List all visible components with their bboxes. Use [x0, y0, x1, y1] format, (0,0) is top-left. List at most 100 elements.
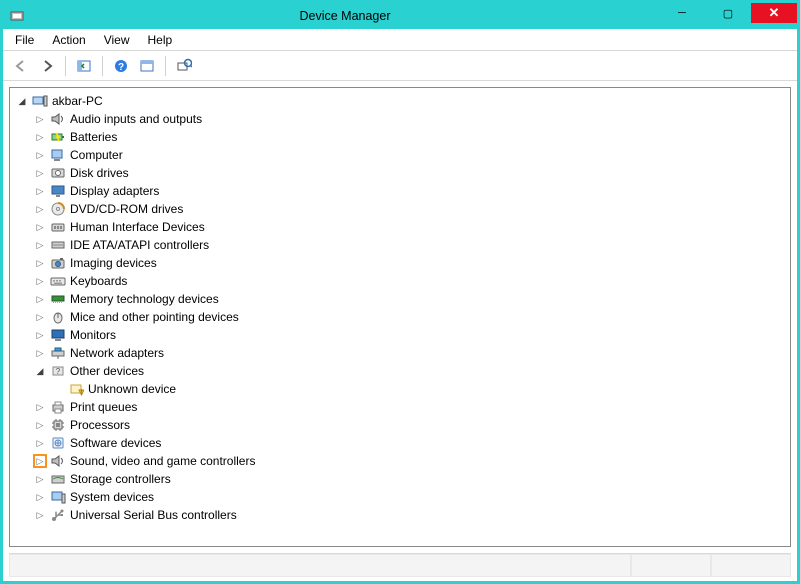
tree-node[interactable]: ▷Memory technology devices [34, 290, 788, 308]
device-manager-window: Device Manager ─ ▢ ✕ File Action View He… [0, 0, 800, 584]
app-icon [3, 3, 31, 29]
tree-node[interactable]: ▷Audio inputs and outputs [34, 110, 788, 128]
tree-node[interactable]: ▷ System devices [34, 488, 788, 506]
expand-icon[interactable]: ▷ [34, 239, 46, 251]
back-button[interactable] [9, 54, 33, 78]
expand-icon[interactable]: ▷ [34, 203, 46, 215]
storage-icon [50, 471, 66, 487]
expand-icon[interactable]: ▷ [34, 419, 46, 431]
expand-icon[interactable]: ▷ [34, 491, 46, 503]
tree-node[interactable]: ▷ Print queues [34, 398, 788, 416]
mouse-icon [50, 309, 66, 325]
tree-node-label: Storage controllers [70, 472, 171, 486]
usb-icon [50, 507, 66, 523]
monitor-icon [50, 327, 66, 343]
tree-node[interactable]: ▷ IDE ATA/ATAPI controllers [34, 236, 788, 254]
collapse-icon[interactable]: ◢ [16, 95, 28, 107]
tree-node-label: Network adapters [70, 346, 164, 360]
tree-node[interactable]: ▷ Monitors [34, 326, 788, 344]
tree-node-label: Batteries [70, 130, 117, 144]
tree-node-label: System devices [70, 490, 154, 504]
system-icon [50, 489, 66, 505]
tree-node[interactable]: ▷Mice and other pointing devices [34, 308, 788, 326]
tree-node[interactable]: ◢ Other devices [34, 362, 788, 380]
speaker-icon [50, 111, 66, 127]
expand-icon[interactable]: ▷ [34, 473, 46, 485]
device-tree[interactable]: ◢akbar-PC▷Audio inputs and outputs▷Batte… [9, 87, 791, 547]
tree-node[interactable]: ▷ Storage controllers [34, 470, 788, 488]
tree-node[interactable]: ▷ Batteries [34, 128, 788, 146]
scan-hardware-button[interactable] [172, 54, 196, 78]
tree-node[interactable]: ▷ Software devices [34, 434, 788, 452]
menu-file[interactable]: File [7, 31, 42, 49]
menu-view[interactable]: View [96, 31, 138, 49]
battery-icon [50, 129, 66, 145]
expand-icon[interactable]: ▷ [34, 401, 46, 413]
svg-text:?: ? [118, 62, 124, 73]
tree-node[interactable]: ▷ Disk drives [34, 164, 788, 182]
show-hide-console-button[interactable] [72, 54, 96, 78]
expand-icon[interactable]: ▷ [34, 455, 46, 467]
toolbar-separator [165, 56, 166, 76]
expand-icon[interactable]: ▷ [34, 275, 46, 287]
tree-node[interactable]: ▷ Network adapters [34, 344, 788, 362]
minimize-button[interactable]: ─ [659, 3, 705, 23]
tree-node-label: Other devices [70, 364, 144, 378]
status-cell [9, 554, 631, 577]
tree-node[interactable]: ▷Processors [34, 416, 788, 434]
status-cell [711, 554, 791, 577]
tree-node[interactable]: ▷Universal Serial Bus controllers [34, 506, 788, 524]
maximize-button[interactable]: ▢ [705, 3, 751, 23]
tree-node[interactable]: ▷ DVD/CD-ROM drives [34, 200, 788, 218]
menu-help[interactable]: Help [140, 31, 181, 49]
expand-icon[interactable]: ▷ [34, 113, 46, 125]
expand-icon[interactable]: ▷ [34, 221, 46, 233]
computer-icon [50, 147, 66, 163]
window-controls: ─ ▢ ✕ [659, 3, 797, 29]
tree-node-label: Human Interface Devices [70, 220, 205, 234]
tree-root[interactable]: ◢ akbar-PC [16, 92, 788, 110]
expand-icon[interactable]: ▷ [34, 509, 46, 521]
menu-action[interactable]: Action [44, 31, 93, 49]
titlebar: Device Manager ─ ▢ ✕ [3, 3, 797, 29]
forward-button[interactable] [35, 54, 59, 78]
tree-node[interactable]: ▷ Keyboards [34, 272, 788, 290]
tree-node-label: Software devices [70, 436, 161, 450]
tree-node[interactable]: Unknown device [52, 380, 788, 398]
tree-node[interactable]: ▷Sound, video and game controllers [34, 452, 788, 470]
menubar: File Action View Help [3, 29, 797, 51]
expand-icon[interactable]: ▷ [34, 131, 46, 143]
tree-node[interactable]: ▷ Human Interface Devices [34, 218, 788, 236]
expand-icon[interactable]: ▷ [34, 257, 46, 269]
close-button[interactable]: ✕ [751, 3, 797, 23]
tree-node-label: Disk drives [70, 166, 129, 180]
expand-icon[interactable]: ▷ [34, 185, 46, 197]
collapse-icon[interactable]: ◢ [34, 365, 46, 377]
expand-icon[interactable]: ▷ [34, 293, 46, 305]
tree-node-label: Display adapters [70, 184, 159, 198]
help-button[interactable]: ? [109, 54, 133, 78]
hid-icon [50, 219, 66, 235]
expand-icon[interactable]: ▷ [34, 347, 46, 359]
tree-node-label: DVD/CD-ROM drives [70, 202, 183, 216]
tree-node[interactable]: ▷Computer [34, 146, 788, 164]
display-icon [50, 183, 66, 199]
toolbar-separator [102, 56, 103, 76]
tree-node-label: Print queues [70, 400, 137, 414]
properties-button[interactable] [135, 54, 159, 78]
computer-root-icon [32, 93, 48, 109]
expand-icon[interactable]: ▷ [34, 149, 46, 161]
network-icon [50, 345, 66, 361]
expand-icon[interactable]: ▷ [34, 329, 46, 341]
tree-node-label: akbar-PC [52, 94, 103, 108]
tree-node-label: IDE ATA/ATAPI controllers [70, 238, 209, 252]
tree-node[interactable]: ▷Imaging devices [34, 254, 788, 272]
tree-node-label: Keyboards [70, 274, 127, 288]
ide-icon [50, 237, 66, 253]
status-cell [631, 554, 711, 577]
expand-icon[interactable]: ▷ [34, 437, 46, 449]
expand-icon[interactable]: ▷ [34, 167, 46, 179]
tree-node-label: Monitors [70, 328, 116, 342]
expand-icon[interactable]: ▷ [34, 311, 46, 323]
tree-node[interactable]: ▷ Display adapters [34, 182, 788, 200]
